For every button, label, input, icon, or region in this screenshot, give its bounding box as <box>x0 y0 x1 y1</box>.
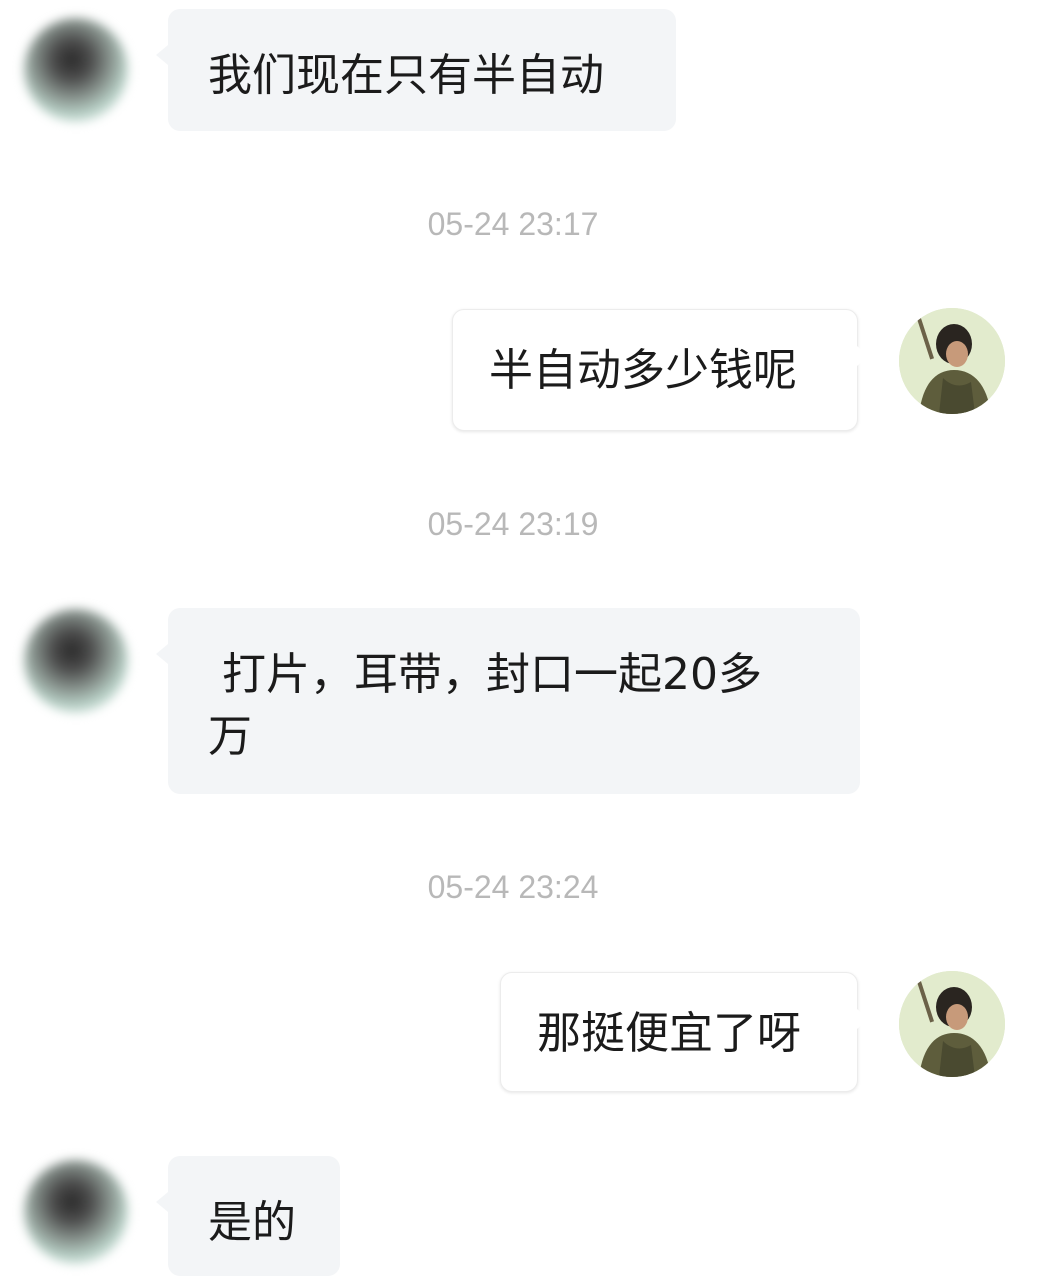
contact-avatar[interactable] <box>24 609 128 713</box>
message-bubble-sent[interactable]: 那挺便宜了呀 <box>500 972 869 1092</box>
message-text-line: 万 <box>208 711 252 762</box>
message-timestamp: 05-24 23:19 <box>427 506 599 542</box>
message-text: 是的 <box>208 1197 296 1248</box>
contact-avatar[interactable] <box>24 18 128 122</box>
message-text-line: 打片，耳带，封口一起20多 <box>208 649 762 700</box>
user-avatar[interactable] <box>899 308 1005 414</box>
message-bubble-sent[interactable]: 半自动多少钱呢 <box>452 309 869 431</box>
message-timestamp: 05-24 23:24 <box>427 869 599 905</box>
message-bubble-received[interactable]: 打片，耳带，封口一起20多 万 <box>156 608 860 794</box>
message-timestamp: 05-24 23:17 <box>427 206 599 242</box>
contact-avatar[interactable] <box>24 1160 128 1264</box>
user-avatar[interactable] <box>899 971 1005 1077</box>
message-text: 我们现在只有半自动 <box>208 50 604 101</box>
message-text: 半自动多少钱呢 <box>489 345 797 396</box>
message-text: 那挺便宜了呀 <box>537 1008 801 1059</box>
portrait-icon <box>899 971 1005 1077</box>
message-bubble-received[interactable]: 我们现在只有半自动 <box>156 9 676 131</box>
portrait-icon <box>899 308 1005 414</box>
message-bubble-received[interactable]: 是的 <box>156 1156 340 1276</box>
chat-thread: 我们现在只有半自动 05-24 23:17 半自动多少钱呢 05-24 23:1… <box>0 0 1043 1282</box>
